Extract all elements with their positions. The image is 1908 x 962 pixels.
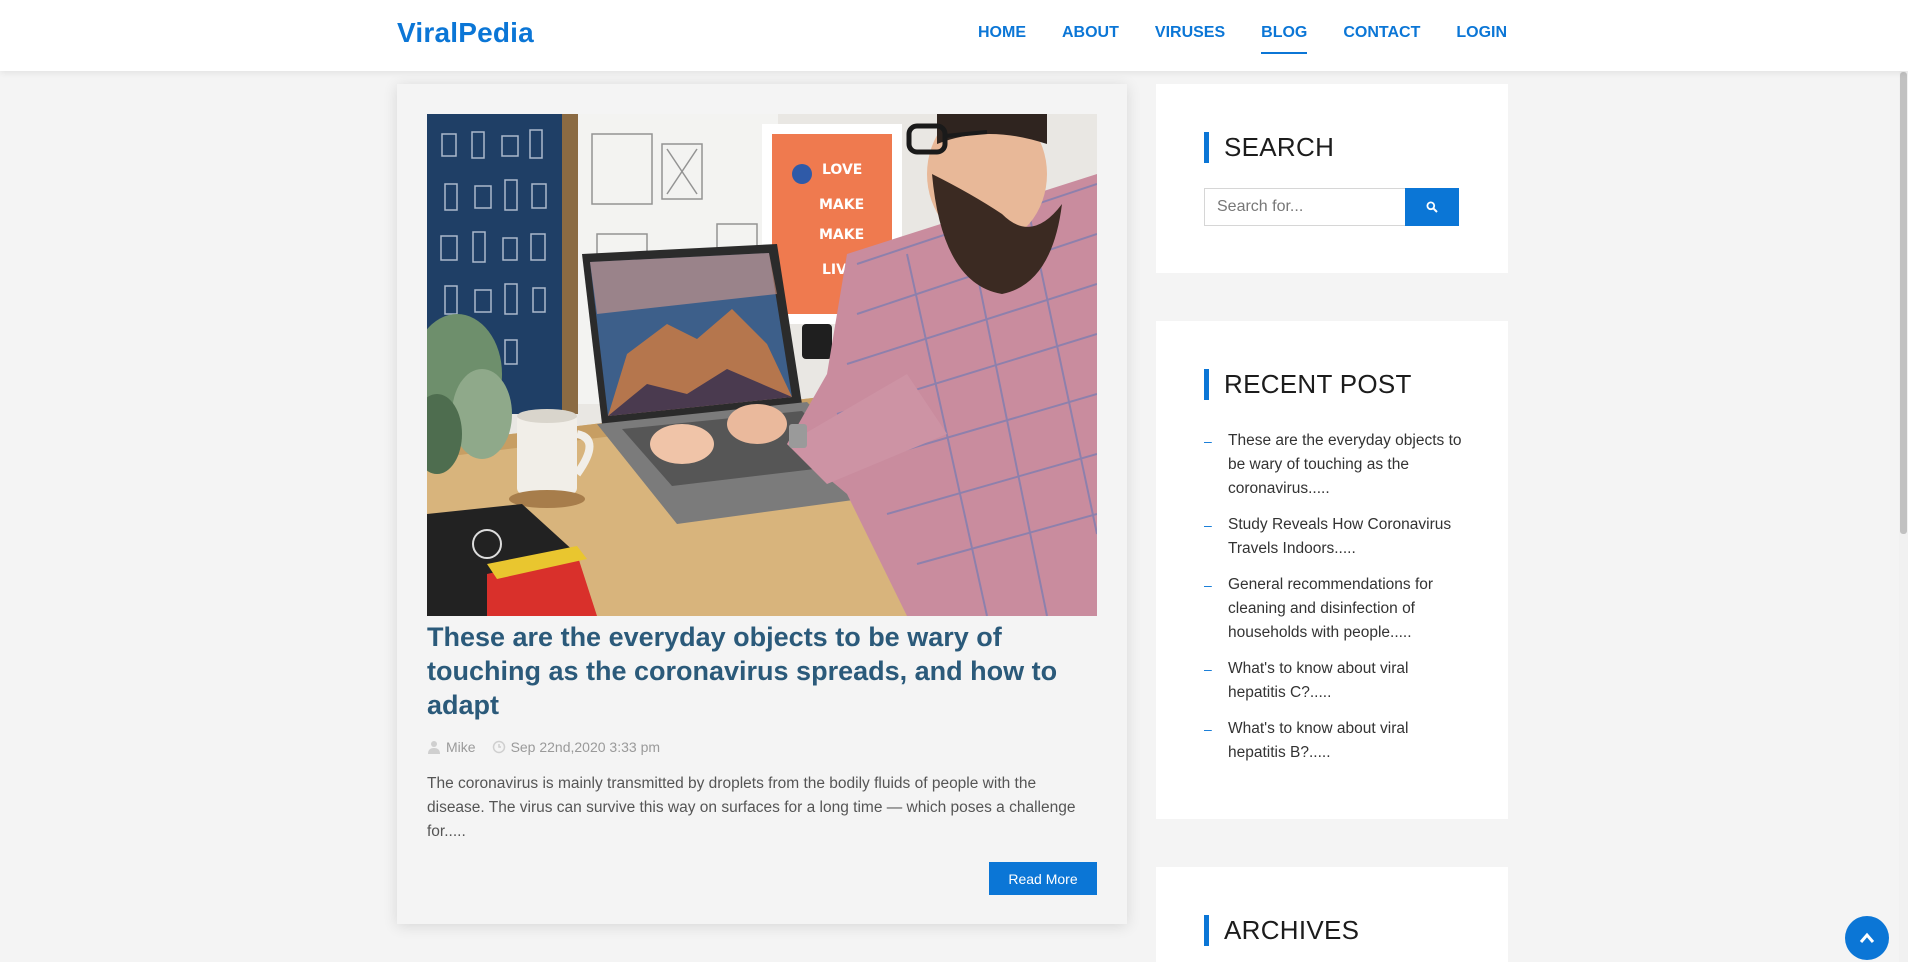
nav-login[interactable]: LOGIN (1456, 20, 1507, 46)
nav-viruses[interactable]: VIRUSES (1155, 20, 1225, 46)
nav-blog[interactable]: BLOG (1261, 20, 1308, 54)
site-header: ViralPedia HOME ABOUT VIRUSES BLOG CONTA… (0, 0, 1908, 71)
search-widget-heading: SEARCH (1224, 132, 1335, 162)
recent-post-item[interactable]: – These are the everyday objects to be w… (1204, 429, 1464, 501)
chevron-up-icon (1859, 932, 1875, 943)
dash-bullet: – (1204, 517, 1212, 533)
user-icon (428, 741, 440, 754)
recent-post-widget-title: RECENT POST (1204, 369, 1412, 400)
page-scrollbar[interactable] (1899, 0, 1908, 962)
dash-bullet: – (1204, 577, 1212, 593)
post-author: Mike (427, 739, 476, 755)
nav-about[interactable]: ABOUT (1062, 20, 1119, 46)
recent-post-list: – These are the everyday objects to be w… (1204, 429, 1464, 777)
nav-home[interactable]: HOME (978, 20, 1026, 46)
post-excerpt: The coronavirus is mainly transmitted by… (427, 775, 1076, 840)
main-nav: HOME ABOUT VIRUSES BLOG CONTACT LOGIN (978, 20, 1543, 54)
recent-post-link[interactable]: Study Reveals How Coronavirus Travels In… (1228, 513, 1464, 561)
post-author-name: Mike (446, 739, 476, 755)
recent-post-item[interactable]: – Study Reveals How Coronavirus Travels … (1204, 513, 1464, 561)
recent-post-link[interactable]: These are the everyday objects to be war… (1228, 429, 1464, 501)
search-icon (1426, 201, 1438, 213)
brand-logo[interactable]: ViralPedia (397, 17, 534, 49)
search-box (1204, 188, 1459, 226)
svg-text:LOVE: LOVE (822, 162, 862, 178)
archives-heading: ARCHIVES (1224, 915, 1360, 945)
dash-bullet: – (1204, 721, 1212, 737)
search-input[interactable] (1204, 188, 1405, 226)
archives-widget-title: ARCHIVES (1204, 915, 1359, 946)
svg-text:MAKE: MAKE (819, 227, 864, 243)
recent-post-item[interactable]: – What's to know about viral hepatitis B… (1204, 717, 1464, 765)
post-meta: Mike Sep 22nd,2020 3:33 pm (427, 739, 676, 755)
recent-post-item[interactable]: – What's to know about viral hepatitis C… (1204, 657, 1464, 705)
post-date-text: Sep 22nd,2020 3:33 pm (510, 739, 661, 755)
search-widget-title: SEARCH (1204, 132, 1334, 163)
title-accent-bar (1204, 132, 1209, 163)
title-accent-bar (1204, 915, 1209, 946)
archives-widget: ARCHIVES (1156, 867, 1508, 962)
search-button[interactable] (1405, 188, 1459, 226)
recent-post-link[interactable]: What's to know about viral hepatitis C?.… (1228, 657, 1464, 705)
scrollbar-thumb[interactable] (1900, 72, 1907, 534)
scroll-to-top-button[interactable] (1845, 916, 1889, 960)
post-image[interactable]: LOVE MAKE MAKE LIVE (427, 114, 1097, 616)
dash-bullet: – (1204, 661, 1212, 677)
post-image-illustration: LOVEMAKEMAKELIVE (427, 114, 1097, 616)
post-date: Sep 22nd,2020 3:33 pm (492, 739, 660, 755)
post-title[interactable]: These are the everyday objects to be war… (427, 620, 1097, 722)
recent-post-item[interactable]: – General recommendations for cleaning a… (1204, 573, 1464, 645)
nav-contact[interactable]: CONTACT (1343, 20, 1420, 46)
read-more-button[interactable]: Read More (989, 862, 1097, 895)
blog-post-card: LOVE MAKE MAKE LIVE These are the everyd… (397, 84, 1127, 924)
clock-icon (492, 740, 505, 754)
search-widget: SEARCH (1156, 84, 1508, 273)
recent-post-widget: RECENT POST – These are the everyday obj… (1156, 321, 1508, 819)
recent-post-heading: RECENT POST (1224, 369, 1412, 399)
svg-text:MAKE: MAKE (819, 197, 864, 213)
title-accent-bar (1204, 369, 1209, 400)
dash-bullet: – (1204, 433, 1212, 449)
recent-post-link[interactable]: General recommendations for cleaning and… (1228, 573, 1464, 645)
recent-post-link[interactable]: What's to know about viral hepatitis B?.… (1228, 717, 1464, 765)
